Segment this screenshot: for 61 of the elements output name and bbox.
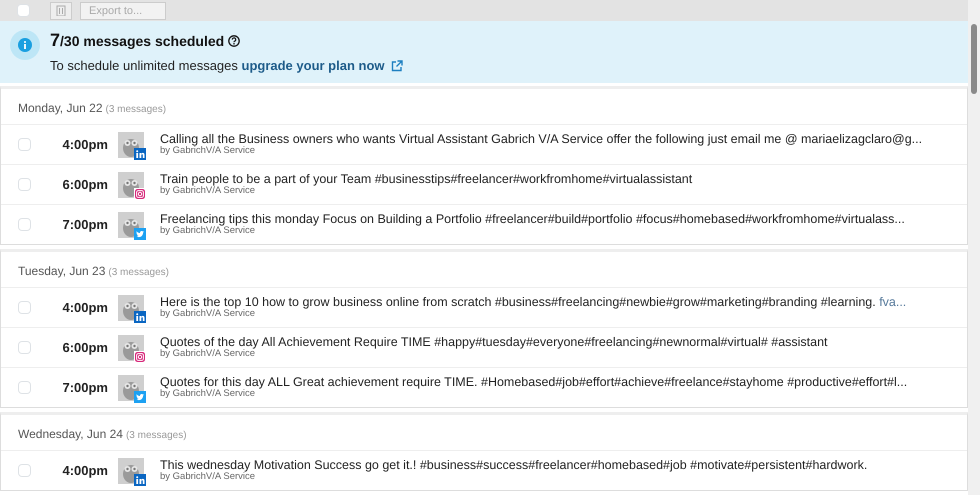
message-text: Calling all the Business owners who wants Virtual Assistant Gabrich V/A Service offer the following just email me @ mariaelizagclaro@g... (160, 132, 922, 146)
message-author: by GabrichV/A Service (160, 226, 256, 238)
message-author: by GabrichV/A Service (160, 349, 256, 360)
select-all-checkbox[interactable] (17, 4, 30, 17)
message-text: Quotes for this day ALL Great achievement require TIME. #Homebased#job#effort#achieve#freelance#stayhome #productive#effort#l... (160, 374, 908, 389)
message-row[interactable]: 4:00pm Here is the top 10 how to grow business online from scratch #business#freelancing#newbie#grow#marketing#branding #learning. fva... by GabrichV/A Service (1, 287, 967, 327)
message-link[interactable]: fva... (879, 294, 906, 309)
scrollbar[interactable] (968, 0, 980, 495)
message-row[interactable]: 4:00pm Calling all the Business owners who wants Virtual Assistant Gabrich V/A Service offer the following just email me @ mariaelizagclaro@g... by GabrichV/A Service (1, 124, 967, 164)
message-time: 4:00pm (61, 298, 108, 317)
message-row[interactable]: 4:00pm This wednesday Motivation Success go get it.! #business#success#freelancer#homebased#job #motivate#persistent#hardwork. by GabrichV/A Service (1, 450, 967, 490)
message-count: (3 messages) (126, 430, 187, 441)
upgrade-link[interactable]: upgrade your plan now (242, 58, 385, 73)
message-time: 7:00pm (61, 216, 108, 234)
linkedin-icon (134, 148, 146, 160)
day-heading: Monday, Jun 22 (18, 101, 102, 115)
message-text: This wednesday Motivation Success go get it.! #business#success#freelancer#homebased#job #motivate#persistent#hardwork. (160, 458, 868, 472)
message-author: by GabrichV/A Service (160, 472, 256, 484)
linkedin-icon (134, 310, 146, 322)
help-icon[interactable] (228, 34, 240, 47)
message-checkbox[interactable] (18, 464, 31, 477)
message-checkbox[interactable] (18, 218, 31, 231)
message-author: by GabrichV/A Service (160, 146, 256, 158)
scheduled-count: 7/30 messages scheduled (50, 30, 224, 52)
message-author: by GabrichV/A Service (160, 309, 256, 320)
external-link-icon[interactable] (390, 60, 403, 72)
day-heading: Tuesday, Jun 23 (18, 264, 106, 278)
day-heading: Wednesday, Jun 24 (18, 427, 123, 441)
scrollbar-thumb[interactable] (971, 24, 977, 94)
message-checkbox[interactable] (18, 381, 31, 394)
message-checkbox[interactable] (18, 178, 31, 191)
message-text: Freelancing tips this monday Focus on Building a Portfolio #freelancer#build#portfolio #focus#homebased#workfromhome#virtualass... (160, 212, 905, 226)
message-time: 4:00pm (61, 462, 108, 480)
upgrade-message: To schedule unlimited messages upgrade your plan now (50, 58, 385, 73)
linkedin-icon (134, 474, 146, 486)
trash-icon (56, 5, 66, 16)
message-time: 6:00pm (61, 338, 108, 357)
message-text: Quotes of the day All Achievement Require TIME #happy#tuesday#everyone#freelancing#newnormal#virtual# #assistant (160, 334, 828, 349)
message-time: 6:00pm (61, 176, 108, 194)
instagram-icon (134, 188, 146, 200)
message-time: 4:00pm (61, 136, 108, 154)
message-row[interactable]: 7:00pm Quotes for this day ALL Great achievement require TIME. #Homebased#job#effort#achieve#freelance#stayhome #productive#effort#l... by GabrichV/A Service (1, 367, 967, 407)
message-count: (3 messages) (108, 267, 169, 278)
twitter-icon (134, 390, 146, 402)
message-author: by GabrichV/A Service (160, 186, 256, 198)
message-text: Train people to be a part of your Team #businesstips#freelancer#workfromhome#virtualassistant (160, 172, 692, 186)
message-row[interactable]: 7:00pm Freelancing tips this monday Focus on Building a Portfolio #freelancer#build#portfolio #focus#homebased#workfromhome#virtualass... by GabrichV/A Service (1, 204, 967, 244)
message-checkbox[interactable] (18, 341, 31, 354)
message-row[interactable]: 6:00pm Train people to be a part of your Team #businesstips#freelancer#workfromhome#virtualassistant by GabrichV/A Service (1, 164, 967, 204)
message-count: (3 messages) (106, 104, 166, 115)
export-field[interactable]: Export to... (80, 2, 166, 20)
message-row[interactable]: 6:00pm Quotes of the day All Achievement Require TIME #happy#tuesday#everyone#freelancing#newnormal#virtual# #assistant by GabrichV/A Service (1, 327, 967, 367)
message-author: by GabrichV/A Service (160, 389, 256, 400)
instagram-icon (134, 350, 146, 362)
delete-button[interactable] (50, 2, 72, 20)
message-checkbox[interactable] (18, 138, 31, 151)
message-checkbox[interactable] (18, 301, 31, 314)
twitter-icon (134, 228, 146, 240)
message-text: Here is the top 10 how to grow business online from scratch #business#freelancing#newbie#grow#marketing#branding #learning. fva... (160, 294, 906, 309)
info-icon (18, 38, 32, 52)
message-time: 7:00pm (61, 378, 108, 397)
